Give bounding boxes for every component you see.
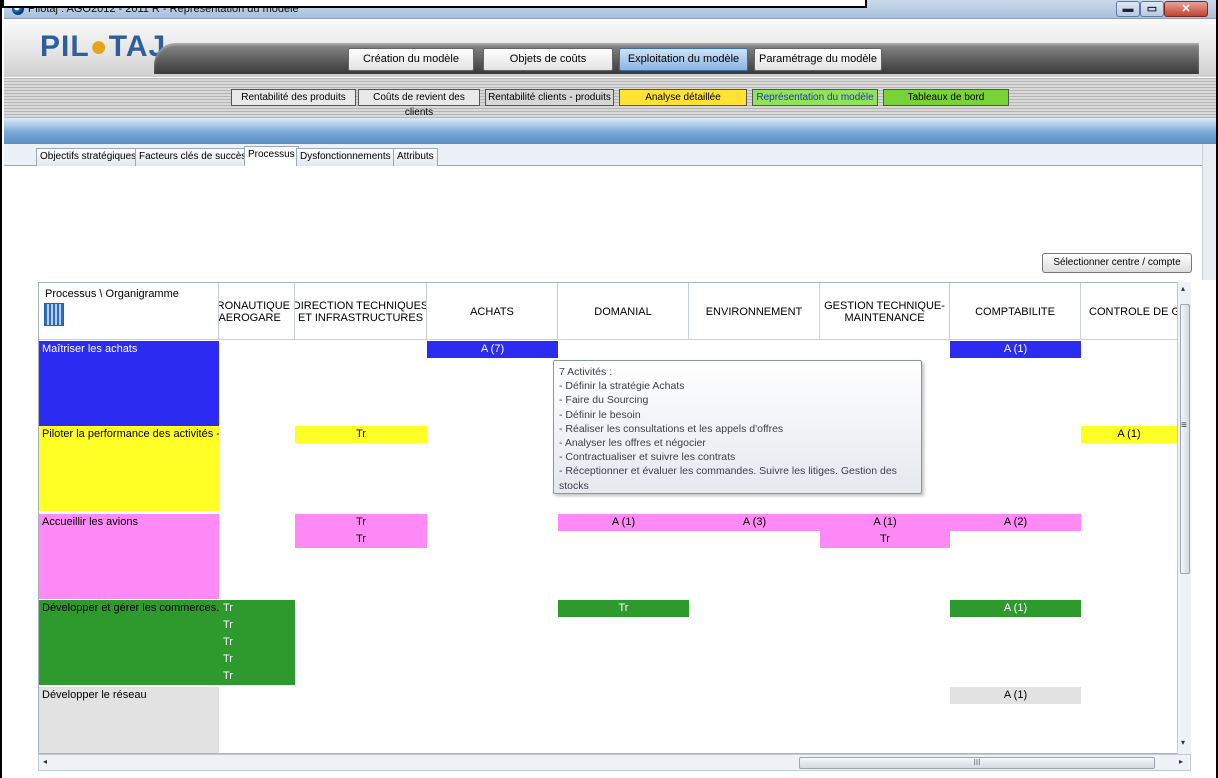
close-button[interactable]: ✕ bbox=[1164, 1, 1208, 17]
scroll-up-icon[interactable]: ▴ bbox=[1181, 284, 1185, 293]
tooltip-line: - Faire du Sourcing bbox=[559, 394, 649, 407]
tab-parametrage-modele[interactable]: Paramétrage du modèle bbox=[754, 48, 882, 71]
horizontal-scroll-thumb[interactable]: III bbox=[799, 757, 1155, 769]
scroll-down-icon[interactable]: ▾ bbox=[1181, 738, 1185, 747]
tooltip-line: - Définir le besoin bbox=[559, 408, 641, 421]
col-header-comptabilite[interactable]: COMPTABILITE bbox=[950, 283, 1081, 340]
page-tab-row: Objectifs stratégiques Facteurs clés de … bbox=[4, 144, 1202, 166]
col-header-achats[interactable]: ACHATS bbox=[427, 283, 558, 340]
cell-aeronautique-row4d[interactable]: Tr bbox=[219, 651, 295, 668]
tab-objectifs-strategiques[interactable]: Objectifs stratégiques bbox=[36, 148, 141, 166]
top-border-strip bbox=[2, 0, 867, 8]
process-org-grid: Processus \ Organigramme ERONAUTIQUE AER… bbox=[38, 282, 1191, 754]
grid-vertical-scrollbar[interactable]: ▴ ≡ ▾ bbox=[1177, 282, 1191, 754]
cell-comptabilite-row4[interactable]: A (1) bbox=[950, 600, 1081, 617]
activities-tooltip: 7 Activités : - Définir la stratégie Ach… bbox=[553, 360, 922, 494]
col-header-direction-techniques[interactable]: DIRECTION TECHNIQUES ET INFRASTRUCTURES bbox=[295, 283, 427, 340]
col-header-gestion-technique[interactable]: GESTION TECHNIQUE- MAINTENANCE bbox=[820, 283, 950, 340]
tab-dysfonctionnements[interactable]: Dysfonctionnements bbox=[296, 148, 395, 166]
tooltip-line: - Analyser les offres et négocier bbox=[559, 437, 706, 450]
row-label-accueillir-avions[interactable]: Accueillir les avions bbox=[39, 514, 219, 531]
cell-achats-row1[interactable]: A (7) bbox=[427, 341, 558, 358]
cell-controle-row2[interactable]: A (1) bbox=[1081, 426, 1177, 443]
select-center-account-button[interactable]: Sélectionner centre / compte bbox=[1042, 253, 1192, 273]
cell-aeronautique-row4c[interactable]: Tr bbox=[219, 634, 295, 651]
grid-horizontal-scrollbar[interactable]: ◂ III ▸ bbox=[38, 754, 1191, 771]
subtab-rentabilite-clients-produits[interactable]: Rentabilité clients - produits bbox=[485, 89, 614, 106]
col-header-controle-gestion[interactable]: CONTROLE DE GE bbox=[1081, 283, 1190, 340]
tooltip-line: - Réceptionner et évaluer les commandes.… bbox=[559, 465, 897, 492]
col-header-aeronautique[interactable]: ERONAUTIQUE AEROGARE bbox=[219, 283, 295, 340]
scroll-left-icon[interactable]: ◂ bbox=[43, 757, 47, 766]
subtab-rentabilite-produits[interactable]: Rentabilité des produits bbox=[231, 89, 356, 106]
subtab-couts-revient-clients[interactable]: Coûts de revient des clients bbox=[358, 89, 480, 118]
tooltip-line: - Contractualiser et suivre les contrats bbox=[559, 451, 736, 464]
tooltip-line: 7 Activités : bbox=[559, 366, 613, 378]
cell-aeronautique-row4b[interactable]: Tr bbox=[219, 617, 295, 634]
subtab-analyse-detaillee[interactable]: Analyse détaillée bbox=[619, 89, 747, 106]
cell-direction-row3b[interactable]: Tr bbox=[295, 531, 427, 548]
application-window: Pilotaj : AGO2012 - 2011 R - Représentat… bbox=[0, 0, 1218, 778]
pilotaj-logo: PIL●TAJ bbox=[40, 30, 167, 63]
cell-comptabilite-row5[interactable]: A (1) bbox=[950, 687, 1081, 704]
subtab-tableaux-bord[interactable]: Tableaux de bord bbox=[883, 89, 1009, 106]
cell-domanial-row4[interactable]: Tr bbox=[558, 600, 689, 617]
cell-aeronautique-row4a[interactable]: Tr bbox=[219, 600, 295, 617]
tab-attributs[interactable]: Attributs bbox=[393, 148, 438, 166]
cell-gestion-row3b[interactable]: Tr bbox=[820, 531, 950, 548]
maximize-icon: ▭ bbox=[1146, 3, 1158, 15]
subtab-representation-modele[interactable]: Représentation du modèle bbox=[752, 89, 878, 106]
tab-creation-modele[interactable]: Création du modèle bbox=[348, 48, 474, 71]
cell-direction-row2[interactable]: Tr bbox=[295, 426, 427, 443]
maximize-button[interactable]: ▭ bbox=[1140, 1, 1164, 17]
col-header-environnement[interactable]: ENVIRONNEMENT bbox=[689, 283, 820, 340]
column-chooser-icon[interactable] bbox=[44, 303, 64, 326]
close-icon: ✕ bbox=[1181, 3, 1191, 15]
corner-header: Processus \ Organigramme bbox=[39, 283, 219, 340]
minimize-button[interactable]: ▬ bbox=[1116, 1, 1140, 17]
col-header-domanial[interactable]: DOMANIAL bbox=[558, 283, 689, 340]
row-label-piloter-performance[interactable]: Piloter la performance des activités -..… bbox=[39, 426, 219, 443]
outer-scrollbar-strip[interactable] bbox=[1202, 144, 1216, 280]
tab-exploitation-modele[interactable]: Exploitation du modèle bbox=[619, 48, 748, 71]
decorative-blue-band bbox=[4, 118, 1216, 144]
tab-facteurs-cles[interactable]: Facteurs clés de succès bbox=[135, 148, 251, 166]
cell-environnement-row3[interactable]: A (3) bbox=[689, 514, 820, 531]
scroll-grip-icon: ≡ bbox=[1181, 420, 1187, 431]
cell-domanial-row3[interactable]: A (1) bbox=[558, 514, 689, 531]
tab-objets-couts[interactable]: Objets de coûts bbox=[483, 48, 613, 71]
grid-column-header: Processus \ Organigramme ERONAUTIQUE AER… bbox=[39, 283, 1190, 340]
cell-aeronautique-row4e[interactable]: Tr bbox=[219, 668, 295, 685]
tooltip-line: - Définir la stratégie Achats bbox=[559, 380, 685, 393]
row-label-developper-commerces[interactable]: Développer et gérer les commerces... bbox=[39, 600, 219, 617]
cell-comptabilite-row1[interactable]: A (1) bbox=[950, 341, 1081, 358]
row-label-maitriser-achats[interactable]: Maîtriser les achats bbox=[39, 341, 219, 358]
cell-comptabilite-row3[interactable]: A (2) bbox=[950, 514, 1081, 531]
cell-direction-row3a[interactable]: Tr bbox=[295, 514, 427, 531]
tooltip-line: - Réaliser les consultations et les appe… bbox=[559, 422, 784, 435]
vertical-scroll-thumb[interactable] bbox=[1180, 304, 1190, 574]
minimize-icon: ▬ bbox=[1122, 3, 1134, 15]
tab-processus[interactable]: Processus bbox=[244, 146, 299, 166]
cell-gestion-row3a[interactable]: A (1) bbox=[820, 514, 950, 531]
corner-label: Processus \ Organigramme bbox=[45, 288, 179, 300]
row-label-developper-reseau[interactable]: Développer le réseau bbox=[39, 687, 219, 704]
scroll-right-icon[interactable]: ▸ bbox=[1179, 757, 1183, 766]
